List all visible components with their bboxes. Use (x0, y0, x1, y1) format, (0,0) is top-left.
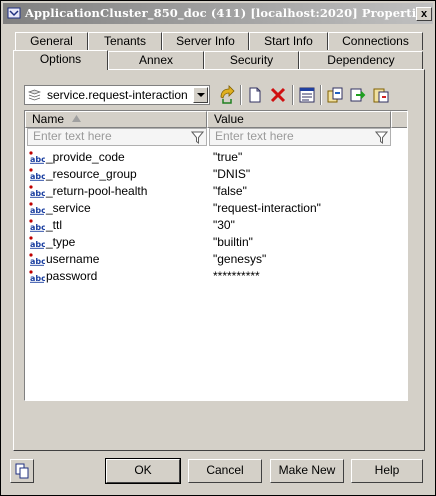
table-row[interactable]: abc _return-pool-health "false" (25, 183, 391, 200)
filter-icon[interactable] (191, 131, 204, 144)
string-type-icon: abc (29, 202, 45, 215)
cancel-button[interactable]: Cancel (188, 459, 262, 483)
new-icon[interactable] (245, 85, 265, 105)
option-value: "DNIS" (213, 167, 251, 181)
option-value: "genesys" (213, 252, 267, 266)
option-name: _service (46, 201, 91, 215)
svg-text:abc: abc (30, 172, 45, 181)
tab-tenants[interactable]: Tenants (88, 32, 162, 50)
option-name: _return-pool-health (46, 184, 148, 198)
copy-window-button[interactable] (10, 459, 34, 483)
string-type-icon: abc (29, 236, 45, 249)
svg-text:abc: abc (30, 257, 45, 266)
application-cluster-icon (7, 7, 21, 19)
option-value: "true" (213, 150, 243, 164)
toolbar-separator (320, 85, 322, 105)
toolbar-separator (292, 85, 294, 105)
string-type-icon: abc (29, 253, 45, 266)
move-icon[interactable] (348, 85, 368, 105)
properties-icon[interactable] (297, 85, 317, 105)
option-value: ********** (213, 269, 260, 283)
ok-button[interactable]: OK (105, 458, 181, 484)
name-filter-input[interactable]: Enter text here (27, 128, 207, 146)
column-header-value[interactable]: Value (207, 111, 391, 128)
string-type-icon: abc (29, 151, 45, 164)
tab-connections[interactable]: Connections (328, 32, 423, 50)
option-value: "request-interaction" (213, 201, 321, 215)
filter-icon[interactable] (375, 131, 388, 144)
table-row[interactable]: abc _service "request-interaction" (25, 200, 391, 217)
window-title: ApplicationCluster_850_doc (411) [localh… (25, 6, 431, 20)
table-row[interactable]: abc _resource_group "DNIS" (25, 166, 391, 183)
delete-icon[interactable] (268, 85, 288, 105)
column-header-name[interactable]: Name (25, 111, 207, 128)
option-value: "false" (213, 184, 247, 198)
tab-options[interactable]: Options (13, 50, 108, 70)
option-value: "30" (213, 218, 235, 232)
string-type-icon: abc (29, 219, 45, 232)
svg-text:abc: abc (30, 189, 45, 198)
options-grid[interactable]: Name Value Enter text here Enter text he… (24, 110, 408, 401)
svg-text:abc: abc (30, 274, 45, 283)
tab-annex[interactable]: Annex (108, 51, 204, 69)
paste-icon[interactable] (371, 85, 391, 105)
option-name: _resource_group (46, 167, 137, 181)
make-new-button[interactable]: Make New (270, 459, 344, 483)
svg-text:abc: abc (30, 155, 45, 164)
table-row[interactable]: abc username "genesys" (25, 251, 391, 268)
value-filter-input[interactable]: Enter text here (209, 128, 391, 146)
section-stack-icon (28, 89, 41, 101)
close-button[interactable]: x (416, 7, 432, 21)
section-dropdown-value: service.request-interaction (47, 88, 188, 102)
table-row[interactable]: abc _provide_code "true" (25, 149, 391, 166)
string-type-icon: abc (29, 270, 45, 283)
string-type-icon: abc (29, 168, 45, 181)
section-dropdown[interactable]: service.request-interaction (24, 85, 210, 105)
help-button[interactable]: Help (351, 459, 423, 483)
tab-general[interactable]: General (15, 32, 88, 50)
chevron-down-icon[interactable] (193, 87, 208, 103)
sort-ascending-icon (72, 115, 81, 122)
import-icon[interactable] (217, 85, 237, 105)
svg-text:abc: abc (30, 240, 45, 249)
tab-security[interactable]: Security (204, 51, 299, 69)
copy-icon[interactable] (325, 85, 345, 105)
svg-text:abc: abc (30, 206, 45, 215)
string-type-icon: abc (29, 185, 45, 198)
table-row[interactable]: abc _type "builtin" (25, 234, 391, 251)
option-name: _provide_code (46, 150, 125, 164)
option-name: password (46, 269, 98, 283)
tab-server-info[interactable]: Server Info (162, 32, 249, 50)
option-name: _type (46, 235, 76, 249)
option-name: username (46, 252, 100, 266)
svg-text:abc: abc (30, 223, 45, 232)
column-header-name-label: Name (32, 112, 65, 126)
table-row[interactable]: abc _ttl "30" (25, 217, 391, 234)
column-header-spacer (391, 111, 407, 128)
title-bar[interactable]: ApplicationCluster_850_doc (411) [localh… (3, 3, 433, 24)
toolbar-separator (240, 85, 242, 105)
table-row[interactable]: abc password ********** (25, 268, 391, 285)
tab-start-info[interactable]: Start Info (249, 32, 328, 50)
copy-window-icon (15, 463, 29, 479)
option-value: "builtin" (213, 235, 253, 249)
tab-dependency[interactable]: Dependency (299, 51, 423, 69)
option-name: _ttl (46, 218, 63, 232)
